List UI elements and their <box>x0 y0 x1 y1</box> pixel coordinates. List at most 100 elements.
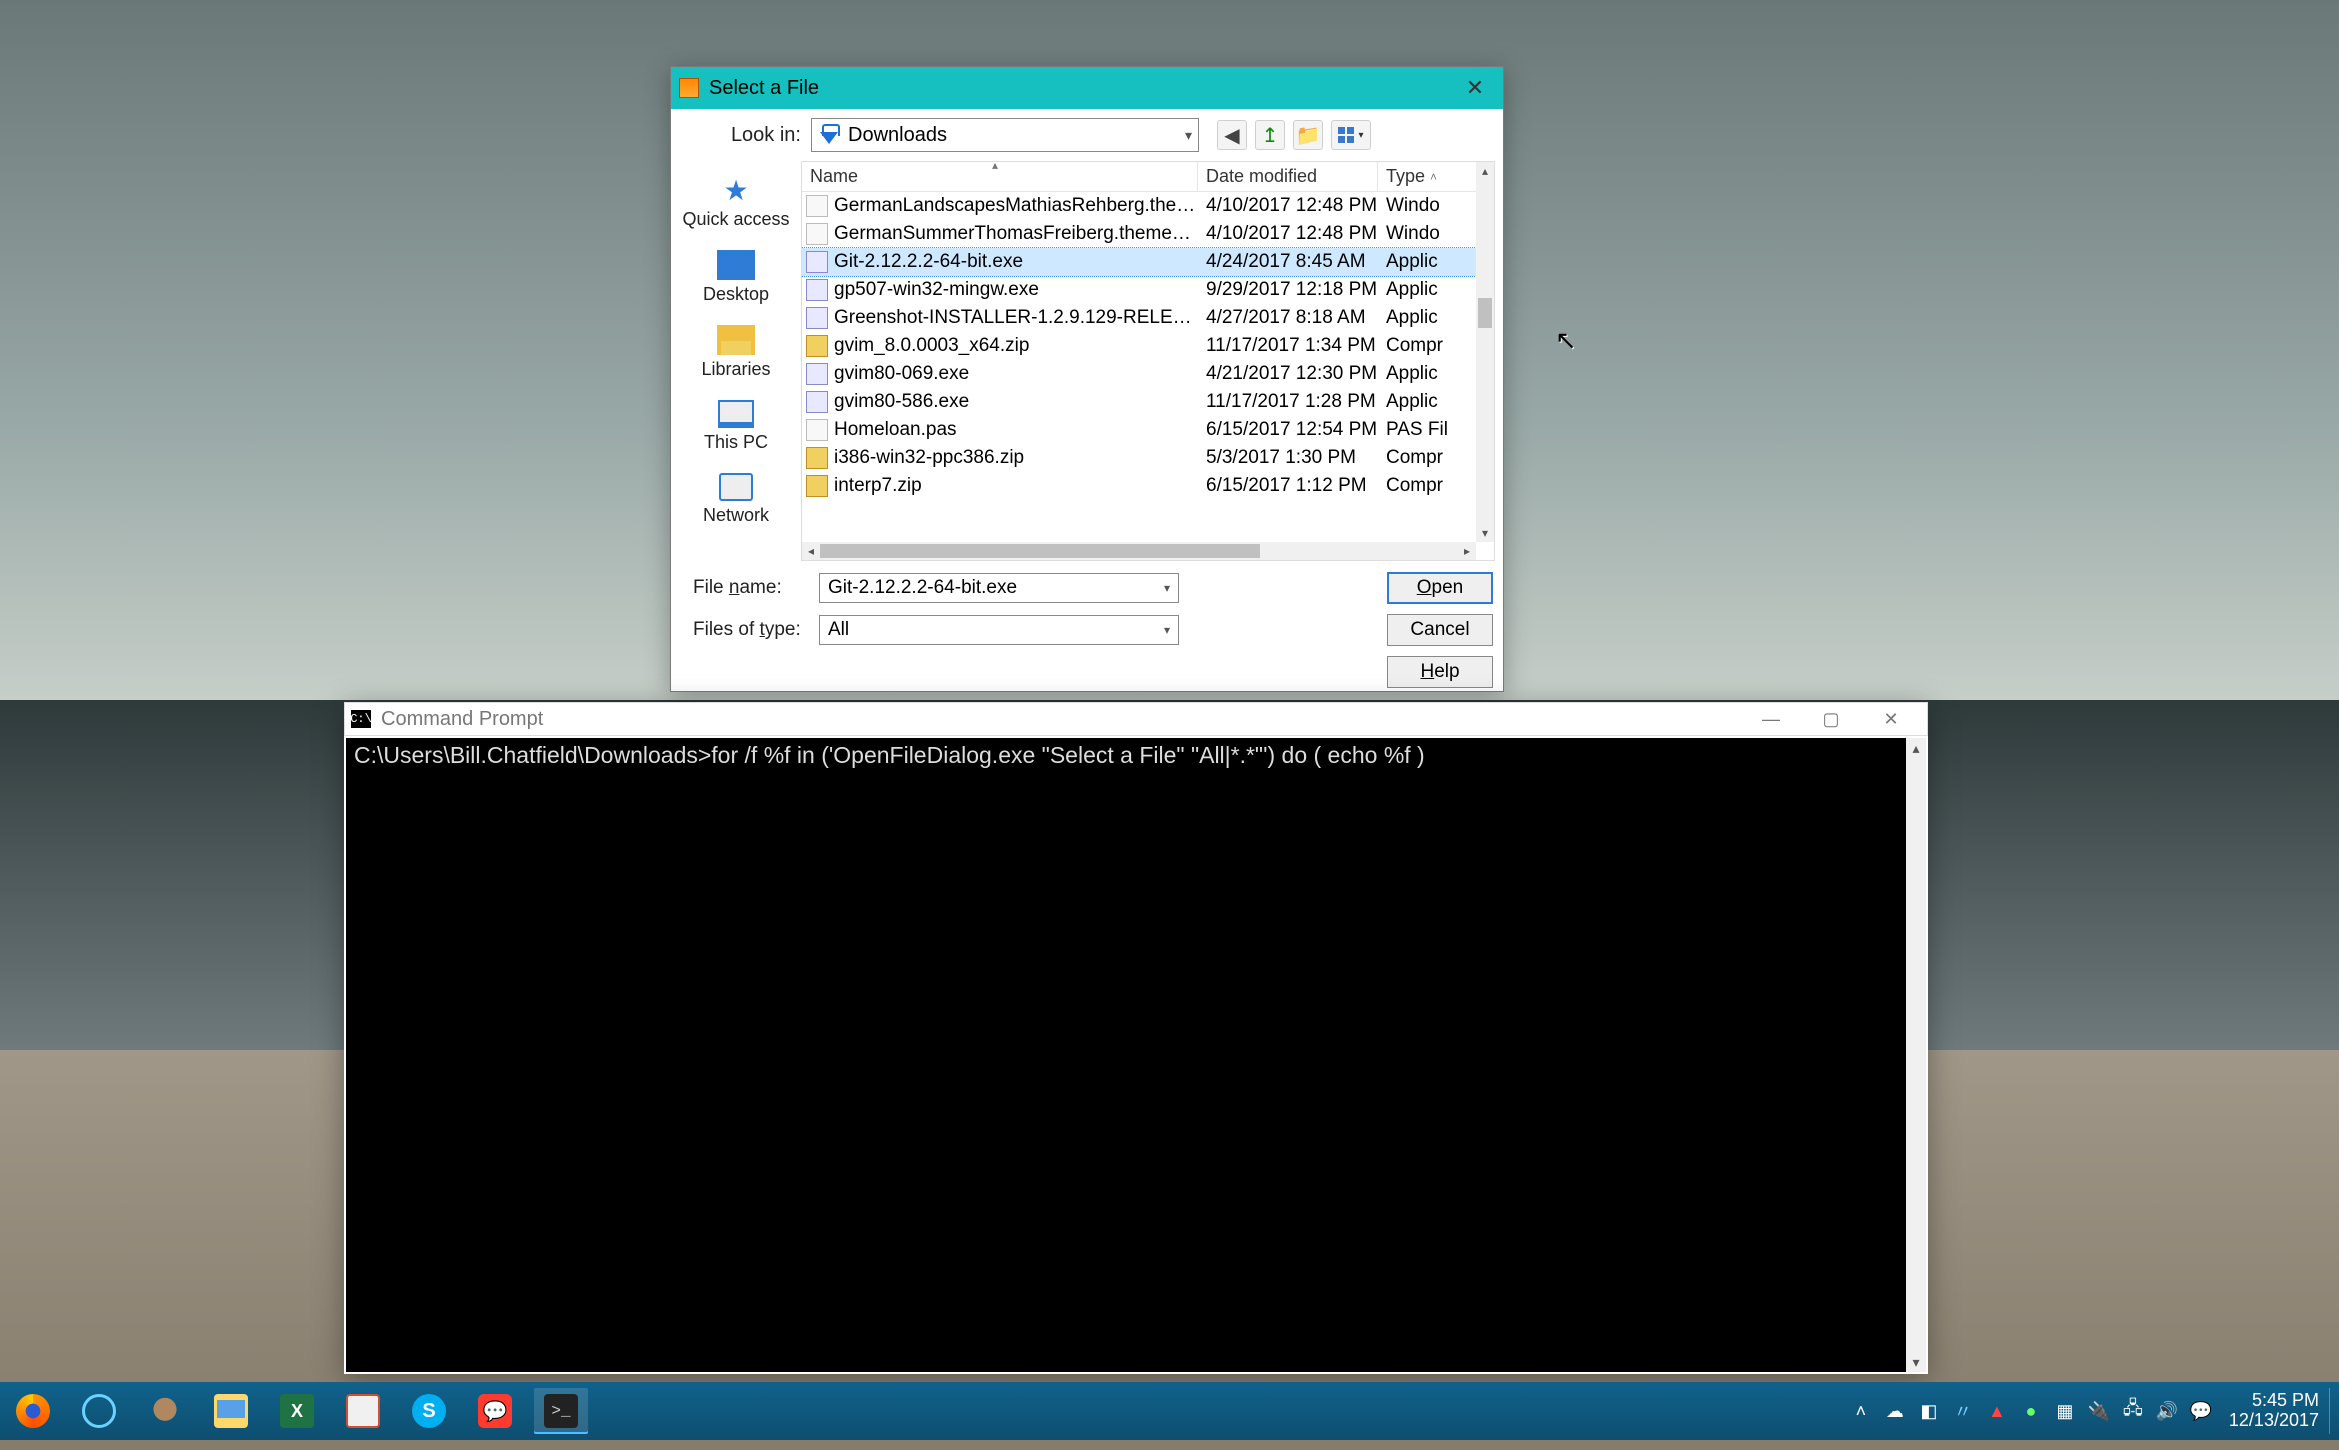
scroll-up-icon[interactable]: ▴ <box>1476 162 1494 180</box>
tray-app-icon-3[interactable]: ▦ <box>2055 1401 2075 1421</box>
scroll-up-icon[interactable]: ▴ <box>1906 738 1926 758</box>
file-date: 9/29/2017 12:18 PM <box>1198 279 1378 301</box>
file-date: 4/27/2017 8:18 AM <box>1198 307 1378 329</box>
file-date: 4/10/2017 12:48 PM <box>1198 223 1378 245</box>
maximize-button[interactable]: ▢ <box>1801 704 1861 734</box>
file-date: 4/24/2017 8:45 AM <box>1198 251 1378 273</box>
file-dialog: Select a File ✕ Look in: Downloads ▾ ◀ ↥… <box>670 66 1504 692</box>
tray-overflow-icon[interactable]: ˄ <box>1851 1401 1871 1421</box>
chevron-down-icon: ▾ <box>1358 130 1363 141</box>
taskbar-firefox[interactable] <box>6 1388 60 1434</box>
file-row[interactable]: Homeloan.pas6/15/2017 12:54 PMPAS Fil <box>802 416 1494 444</box>
tray-power-icon[interactable]: 🔌 <box>2089 1401 2109 1421</box>
file-row[interactable]: gvim80-586.exe11/17/2017 1:28 PMApplic <box>802 388 1494 416</box>
scroll-down-icon[interactable]: ▾ <box>1476 524 1494 542</box>
filetype-select[interactable]: All ▾ <box>819 615 1179 645</box>
taskbar-clock[interactable]: 5:45 PM 12/13/2017 <box>2219 1391 2329 1431</box>
show-desktop-button[interactable] <box>2329 1388 2339 1434</box>
file-icon <box>806 223 828 245</box>
file-row[interactable]: gp507-win32-mingw.exe9/29/2017 12:18 PMA… <box>802 276 1494 304</box>
taskbar-cortana[interactable] <box>72 1388 126 1434</box>
place-libraries[interactable]: Libraries <box>671 317 801 392</box>
taskbar-snipping-tool[interactable] <box>336 1388 390 1434</box>
close-button[interactable]: ✕ <box>1455 72 1495 104</box>
tray-app-icon-2[interactable]: 〃 <box>1953 1401 1973 1421</box>
place-quick-access[interactable]: ★ Quick access <box>671 167 801 242</box>
file-row[interactable]: i386-win32-ppc386.zip5/3/2017 1:30 PMCom… <box>802 444 1494 472</box>
new-folder-button[interactable]: 📁 <box>1293 120 1323 150</box>
file-date: 11/17/2017 1:28 PM <box>1198 391 1378 413</box>
chevron-up-icon: ˄ <box>1430 170 1437 184</box>
taskbar-app[interactable] <box>138 1388 192 1434</box>
taskbar-skype[interactable]: S <box>402 1388 456 1434</box>
place-label: Desktop <box>703 284 769 305</box>
star-icon: ★ <box>717 175 755 205</box>
minimize-button[interactable]: — <box>1741 704 1801 734</box>
file-name: GermanLandscapesMathiasRehberg.themep... <box>834 195 1198 217</box>
close-button[interactable]: ✕ <box>1861 704 1921 734</box>
open-button[interactable]: Open <box>1387 572 1493 604</box>
back-button[interactable]: ◀ <box>1217 120 1247 150</box>
taskbar-command-prompt[interactable]: >_ <box>534 1388 588 1434</box>
filename-input[interactable]: Git-2.12.2.2-64-bit.exe ▾ <box>819 573 1179 603</box>
tray-volume-icon[interactable]: 🔊 <box>2157 1401 2177 1421</box>
place-desktop[interactable]: Desktop <box>671 242 801 317</box>
dialog-titlebar[interactable]: Select a File ✕ <box>671 67 1503 109</box>
tray-action-center-icon[interactable]: 💬 <box>2191 1401 2211 1421</box>
taskbar-chat-app[interactable]: 💬 <box>468 1388 522 1434</box>
tray-cloud-icon[interactable]: ☁ <box>1885 1401 1905 1421</box>
file-row[interactable]: GermanLandscapesMathiasRehberg.themep...… <box>802 192 1494 220</box>
file-row[interactable]: interp7.zip6/15/2017 1:12 PMCompr <box>802 472 1494 500</box>
cancel-button[interactable]: Cancel <box>1387 614 1493 646</box>
scroll-right-icon[interactable]: ▸ <box>1458 542 1476 560</box>
tray-app-icon[interactable]: ◧ <box>1919 1401 1939 1421</box>
file-row[interactable]: gvim_8.0.0003_x64.zip11/17/2017 1:34 PMC… <box>802 332 1494 360</box>
horizontal-scrollbar[interactable]: ◂ ▸ <box>802 542 1476 560</box>
column-headers: ▴ Name Date modified Type ˄ <box>802 162 1494 192</box>
file-row[interactable]: Greenshot-INSTALLER-1.2.9.129-RELEASE.ex… <box>802 304 1494 332</box>
cmd-titlebar[interactable]: C:\ Command Prompt — ▢ ✕ <box>344 702 1928 736</box>
system-tray: ˄ ☁ ◧ 〃 ▲ ● ▦ 🔌 🖧 🔊 💬 <box>1843 1401 2219 1421</box>
skype-icon: S <box>412 1394 446 1428</box>
lookin-value: Downloads <box>848 124 1185 147</box>
clock-time: 5:45 PM <box>2229 1391 2319 1411</box>
place-label: This PC <box>704 432 768 453</box>
file-date: 11/17/2017 1:34 PM <box>1198 335 1378 357</box>
scroll-left-icon[interactable]: ◂ <box>802 542 820 560</box>
hscroll-thumb[interactable] <box>820 544 1260 558</box>
cmd-scrollbar[interactable]: ▴ ▾ <box>1906 738 1926 1372</box>
file-row[interactable]: Git-2.12.2.2-64-bit.exe4/24/2017 8:45 AM… <box>802 248 1494 276</box>
tray-network-icon[interactable]: 🖧 <box>2123 1401 2143 1421</box>
scroll-down-icon[interactable]: ▾ <box>1906 1352 1926 1372</box>
grid-icon <box>1338 127 1354 143</box>
taskbar-excel[interactable]: X <box>270 1388 324 1434</box>
vertical-scrollbar[interactable]: ▴ ▾ <box>1476 162 1494 542</box>
file-date: 4/21/2017 12:30 PM <box>1198 363 1378 385</box>
place-network[interactable]: Network <box>671 465 801 538</box>
file-name: gvim80-069.exe <box>834 363 1198 385</box>
view-menu-button[interactable]: ▾ <box>1331 120 1371 150</box>
tray-skype-icon[interactable]: ● <box>2021 1401 2041 1421</box>
file-name: gp507-win32-mingw.exe <box>834 279 1198 301</box>
tray-shield-icon[interactable]: ▲ <box>1987 1401 2007 1421</box>
taskbar-file-explorer[interactable] <box>204 1388 258 1434</box>
cmd-body[interactable]: C:\Users\Bill.Chatfield\Downloads>for /f… <box>346 738 1926 1372</box>
column-date[interactable]: Date modified <box>1198 162 1378 191</box>
file-row[interactable]: gvim80-069.exe4/21/2017 12:30 PMApplic <box>802 360 1494 388</box>
up-one-level-button[interactable]: ↥ <box>1255 120 1285 150</box>
place-label: Quick access <box>682 209 789 230</box>
lookin-dropdown[interactable]: Downloads ▾ <box>811 118 1199 152</box>
terminal-icon: >_ <box>544 1394 578 1428</box>
place-label: Network <box>703 505 769 526</box>
place-this-pc[interactable]: This PC <box>671 392 801 465</box>
file-date: 5/3/2017 1:30 PM <box>1198 447 1378 469</box>
file-name: GermanSummerThomasFreiberg.themepack <box>834 223 1198 245</box>
file-name: Greenshot-INSTALLER-1.2.9.129-RELEASE.ex… <box>834 307 1198 329</box>
scroll-thumb[interactable] <box>1478 298 1492 328</box>
file-row[interactable]: GermanSummerThomasFreiberg.themepack4/10… <box>802 220 1494 248</box>
file-date: 6/15/2017 12:54 PM <box>1198 419 1378 441</box>
help-button[interactable]: Help <box>1387 656 1493 688</box>
clock-date: 12/13/2017 <box>2229 1411 2319 1431</box>
file-name: i386-win32-ppc386.zip <box>834 447 1198 469</box>
column-name[interactable]: Name <box>802 162 1198 191</box>
